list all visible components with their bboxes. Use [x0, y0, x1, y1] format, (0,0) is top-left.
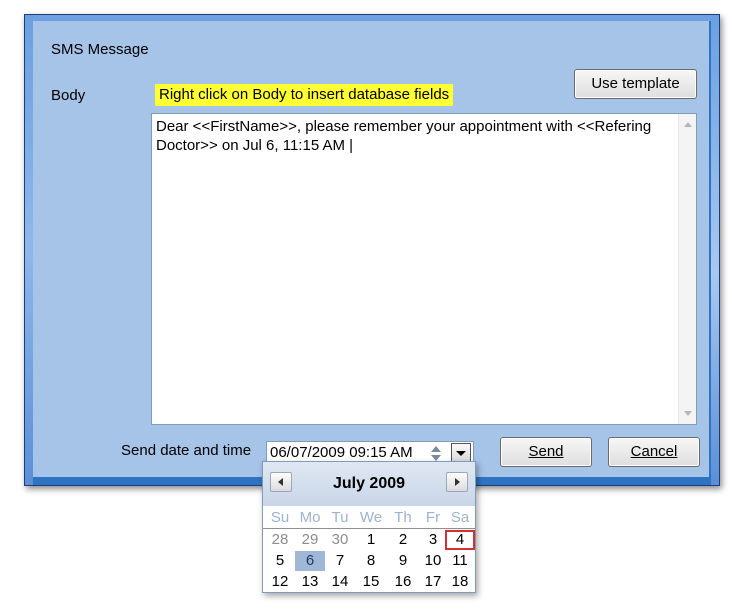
calendar-day[interactable]: 12 — [265, 572, 295, 592]
send-button-label: Send — [528, 443, 564, 460]
calendar-day[interactable]: 10 — [418, 551, 448, 571]
next-month-button[interactable] — [446, 472, 468, 492]
calendar-day[interactable]: 14 — [325, 572, 355, 592]
calendar-header: July 2009 — [263, 462, 475, 506]
body-scrollbar[interactable] — [678, 114, 696, 424]
window-frame-left — [25, 15, 33, 485]
calendar-day-today[interactable]: 4 — [445, 530, 475, 550]
date-spinner[interactable] — [427, 443, 444, 463]
chevron-right-icon — [455, 478, 460, 486]
weekday-label: Su — [270, 509, 290, 526]
calendar-day[interactable]: 7 — [325, 551, 355, 571]
calendar-day[interactable]: 30 — [325, 530, 355, 550]
calendar-day[interactable]: 1 — [356, 530, 386, 550]
dialog-title: SMS Message — [51, 41, 149, 58]
insert-fields-hint: Right click on Body to insert database f… — [155, 84, 454, 106]
cancel-button[interactable]: Cancel — [608, 437, 700, 467]
chevron-down-icon — [456, 451, 466, 456]
calendar-popup[interactable]: July 2009 Su Mo Tu We Th Fr Sa 28 29 30 … — [262, 461, 476, 593]
dialog-window: SMS Message Body Right click on Body to … — [24, 14, 720, 486]
calendar-day[interactable]: 16 — [388, 572, 418, 592]
calendar-day-selected[interactable]: 6 — [295, 551, 325, 571]
body-label: Body — [51, 87, 86, 104]
scroll-down-icon[interactable] — [684, 411, 692, 416]
calendar-day[interactable]: 15 — [356, 572, 386, 592]
calendar-day[interactable]: 29 — [295, 530, 325, 550]
calendar-day[interactable]: 17 — [418, 572, 448, 592]
cancel-button-label: Cancel — [630, 443, 678, 460]
weekday-label: Th — [394, 509, 412, 526]
window-frame-right — [711, 15, 719, 485]
weekday-header-row: Su Mo Tu We Th Fr Sa — [263, 508, 475, 529]
calendar-day[interactable]: 18 — [445, 572, 475, 592]
dialog-client-area: SMS Message Body Right click on Body to … — [33, 21, 709, 477]
weekday-label: Tu — [331, 509, 349, 526]
calendar-day[interactable]: 13 — [295, 572, 325, 592]
calendar-day[interactable]: 11 — [445, 551, 475, 571]
send-button[interactable]: Send — [500, 437, 592, 467]
calendar-day[interactable]: 8 — [356, 551, 386, 571]
weekday-label: Sa — [450, 509, 470, 526]
calendar-day[interactable]: 2 — [388, 530, 418, 550]
calendar-day[interactable]: 3 — [418, 530, 448, 550]
calendar-day[interactable]: 28 — [265, 530, 295, 550]
calendar-dropdown-button[interactable] — [451, 443, 471, 463]
calendar-day[interactable]: 5 — [265, 551, 295, 571]
weekday-label: We — [359, 509, 383, 526]
send-date-value[interactable]: 06/07/2009 09:15 AM — [270, 444, 413, 461]
send-date-label: Send date and time — [121, 442, 252, 459]
message-body-text[interactable]: Dear <<FirstName>>, please remember your… — [156, 117, 672, 155]
message-body-textarea[interactable]: Dear <<FirstName>>, please remember your… — [151, 113, 697, 425]
use-template-button[interactable]: Use template — [574, 69, 697, 99]
weekday-label: Mo — [299, 509, 321, 526]
calendar-day[interactable]: 9 — [388, 551, 418, 571]
calendar-month-title[interactable]: July 2009 — [263, 475, 475, 493]
scroll-up-icon[interactable] — [684, 122, 692, 127]
weekday-label: Fr — [425, 509, 441, 526]
spin-up-icon[interactable] — [431, 446, 441, 452]
